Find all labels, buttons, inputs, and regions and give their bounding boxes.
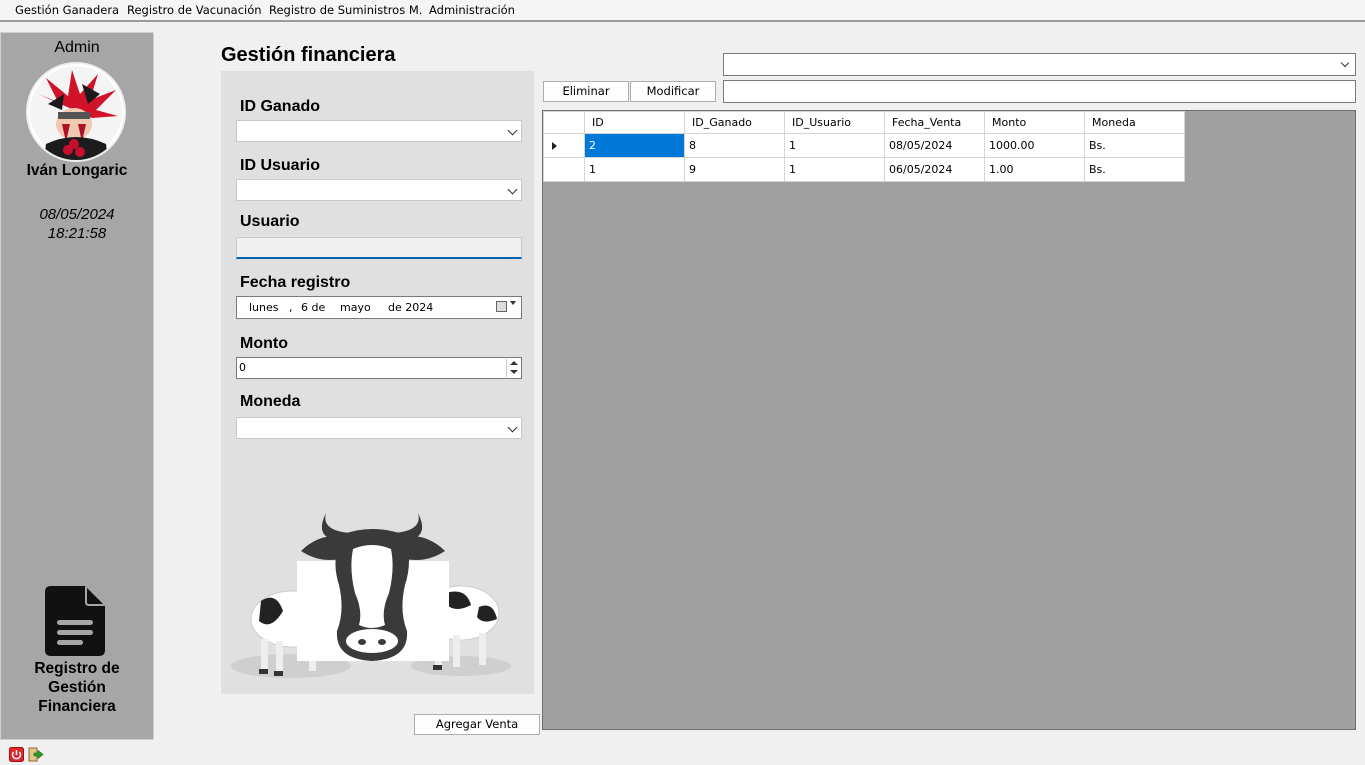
document-icon	[45, 586, 107, 656]
table-cell[interactable]: Bs.	[1084, 133, 1185, 158]
column-header-fecha-venta[interactable]: Fecha_Venta	[884, 111, 985, 134]
monto-stepper[interactable]: 0	[236, 357, 522, 379]
moneda-select[interactable]	[236, 417, 522, 439]
moneda-label: Moneda	[240, 393, 301, 410]
logout-icon[interactable]	[28, 747, 44, 762]
monto-label: Monto	[240, 335, 288, 352]
date-day: 6 de	[301, 301, 326, 314]
table-cell[interactable]: 1.00	[984, 157, 1085, 182]
row-header-corner	[543, 111, 585, 134]
eliminar-button[interactable]: Eliminar	[543, 81, 629, 102]
status-bar	[0, 740, 1365, 765]
search-input[interactable]	[723, 80, 1356, 103]
id-usuario-select[interactable]	[236, 179, 522, 201]
clock: 08/05/2024 18:21:58	[1, 205, 153, 243]
spin-up-icon[interactable]	[510, 361, 518, 365]
table-row[interactable]: 2 8 1 08/05/2024 1000.00 Bs.	[543, 133, 1185, 158]
spin-down-icon[interactable]	[510, 370, 518, 374]
monto-value: 0	[239, 361, 246, 374]
chevron-down-icon	[507, 422, 518, 433]
date-year: de 2024	[388, 301, 434, 314]
avatar	[26, 62, 126, 162]
fecha-registro-picker[interactable]: lunes , 6 de mayo de 2024	[236, 296, 522, 319]
fecha-registro-label: Fecha registro	[240, 274, 351, 291]
cow-illustration	[221, 501, 534, 694]
column-header-id[interactable]: ID	[584, 111, 685, 134]
current-time: 18:21:58	[47, 225, 107, 242]
table-cell[interactable]: 8	[684, 133, 785, 158]
date-month: mayo	[340, 301, 371, 314]
table-cell[interactable]: 1	[784, 157, 885, 182]
power-icon[interactable]	[9, 747, 24, 762]
menu-registro-suministros[interactable]: Registro de Suministros M.	[267, 3, 424, 17]
agregar-venta-button[interactable]: Agregar Venta	[414, 714, 540, 735]
usuario-field[interactable]	[236, 237, 522, 259]
row-header[interactable]	[543, 157, 585, 182]
chevron-down-icon	[507, 184, 518, 195]
table-cell[interactable]: 08/05/2024	[884, 133, 985, 158]
column-header-monto[interactable]: Monto	[984, 111, 1085, 134]
column-header-id-ganado[interactable]: ID_Ganado	[684, 111, 785, 134]
column-header-moneda[interactable]: Moneda	[1084, 111, 1185, 134]
user-name: Iván Longaric	[26, 162, 128, 179]
section-label-line3: Financiera	[38, 698, 116, 715]
column-header-id-usuario[interactable]: ID_Usuario	[784, 111, 885, 134]
row-header[interactable]	[543, 133, 585, 158]
chevron-down-icon	[1340, 58, 1350, 68]
calendar-icon[interactable]	[496, 301, 507, 312]
modificar-button[interactable]: Modificar	[630, 81, 716, 102]
menu-administracion[interactable]: Administración	[427, 3, 517, 17]
table-cell[interactable]: 2	[584, 133, 685, 158]
section-label-line2: Gestión	[48, 679, 106, 696]
table-cell[interactable]: Bs.	[1084, 157, 1185, 182]
section-label: Registro de Gestión Financiera	[1, 659, 153, 716]
header-row: ID ID_Ganado ID_Usuario Fecha_Venta Mont…	[543, 111, 1185, 134]
id-usuario-label: ID Usuario	[240, 157, 321, 174]
page-title: Gestión financiera	[221, 44, 396, 66]
menu-registro-vacunacion[interactable]: Registro de Vacunación	[125, 3, 264, 17]
date-weekday: lunes	[249, 301, 279, 314]
data-table: ID ID_Ganado ID_Usuario Fecha_Venta Mont…	[543, 111, 1185, 182]
table-cell[interactable]: 1	[784, 133, 885, 158]
table-cell[interactable]: 9	[684, 157, 785, 182]
menu-gestion-ganadera[interactable]: Gestión Ganadera	[13, 3, 121, 17]
user-role: Admin	[54, 39, 100, 56]
section-label-line1: Registro de	[34, 660, 120, 677]
data-grid[interactable]: ID ID_Ganado ID_Usuario Fecha_Venta Mont…	[542, 110, 1356, 730]
current-date: 08/05/2024	[39, 206, 115, 223]
date-separator: ,	[289, 301, 293, 314]
spin-buttons	[506, 359, 520, 377]
chevron-down-icon	[507, 125, 518, 136]
table-row[interactable]: 1 9 1 06/05/2024 1.00 Bs.	[543, 157, 1185, 182]
filter-select[interactable]	[723, 53, 1356, 76]
table-cell[interactable]: 1	[584, 157, 685, 182]
table-cell[interactable]: 1000.00	[984, 133, 1085, 158]
table-cell[interactable]: 06/05/2024	[884, 157, 985, 182]
current-row-arrow-icon	[552, 142, 557, 150]
id-ganado-label: ID Ganado	[240, 98, 321, 115]
sidebar: Admin Iván Longaric 08/05/2024 18:21:58	[0, 32, 154, 740]
id-ganado-select[interactable]	[236, 120, 522, 142]
dropdown-arrow-icon[interactable]	[510, 301, 516, 305]
usuario-label: Usuario	[240, 213, 300, 230]
form-panel: ID Ganado ID Usuario Usuario Fecha regis…	[221, 71, 534, 694]
menu-bar: Gestión Ganadera Registro de Vacunación …	[0, 0, 1365, 22]
